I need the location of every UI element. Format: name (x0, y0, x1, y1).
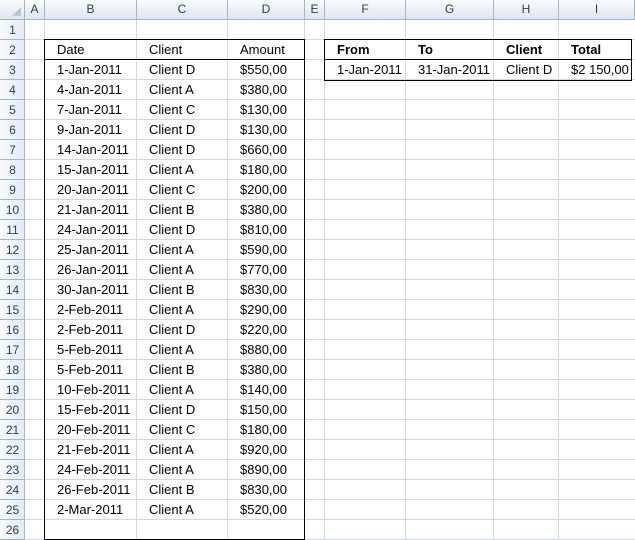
row-header-26[interactable]: 26 (0, 520, 25, 540)
row-header-22[interactable]: 22 (0, 440, 25, 460)
row-header-19[interactable]: 19 (0, 380, 25, 400)
row-header-9[interactable]: 9 (0, 180, 25, 200)
select-all-triangle-icon (12, 7, 21, 16)
row-header-18[interactable]: 18 (0, 360, 25, 380)
row-header-17[interactable]: 17 (0, 340, 25, 360)
row-header-3[interactable]: 3 (0, 60, 25, 80)
column-header-b[interactable]: B (45, 0, 137, 20)
row-header-13[interactable]: 13 (0, 260, 25, 280)
row-header-20[interactable]: 20 (0, 400, 25, 420)
column-header-i[interactable]: I (559, 0, 635, 20)
row-header-8[interactable]: 8 (0, 160, 25, 180)
main-table-border (44, 39, 305, 540)
row-header-15[interactable]: 15 (0, 300, 25, 320)
row-header-7[interactable]: 7 (0, 140, 25, 160)
row-header-16[interactable]: 16 (0, 320, 25, 340)
column-header-h[interactable]: H (494, 0, 559, 20)
row-header-24[interactable]: 24 (0, 480, 25, 500)
column-header-g[interactable]: G (406, 0, 494, 20)
row-header-14[interactable]: 14 (0, 280, 25, 300)
row-header-1[interactable]: 1 (0, 20, 25, 40)
row-header-10[interactable]: 10 (0, 200, 25, 220)
column-header-f[interactable]: F (325, 0, 406, 20)
main-table-header-underline (44, 59, 305, 60)
row-header-5[interactable]: 5 (0, 100, 25, 120)
column-header-e[interactable]: E (305, 0, 325, 20)
row-header-23[interactable]: 23 (0, 460, 25, 480)
row-header-25[interactable]: 25 (0, 500, 25, 520)
column-header-d[interactable]: D (228, 0, 305, 20)
row-header-12[interactable]: 12 (0, 240, 25, 260)
select-all-button[interactable] (0, 0, 25, 20)
summary-table-header-underline (324, 59, 632, 60)
row-header-4[interactable]: 4 (0, 80, 25, 100)
row-header-11[interactable]: 11 (0, 220, 25, 240)
row-header-6[interactable]: 6 (0, 120, 25, 140)
column-header-a[interactable]: A (25, 0, 45, 20)
summary-table-border (324, 39, 632, 81)
column-header-c[interactable]: C (137, 0, 228, 20)
row-header-21[interactable]: 21 (0, 420, 25, 440)
row-header-2[interactable]: 2 (0, 40, 25, 60)
